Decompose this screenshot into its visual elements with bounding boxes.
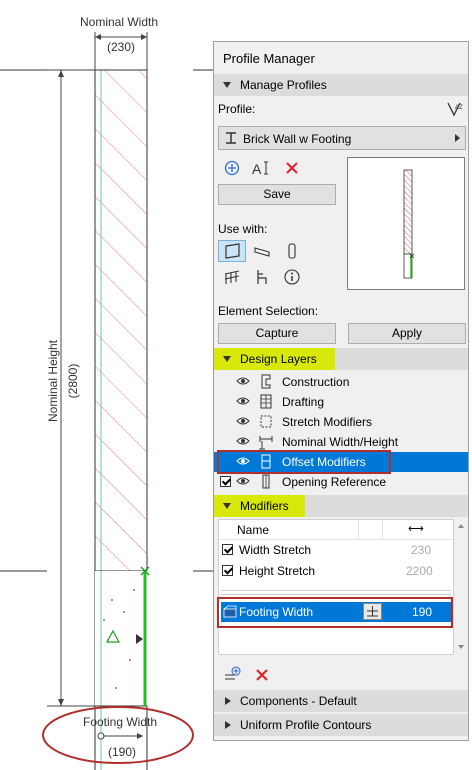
- expand-icon: [225, 721, 231, 729]
- layer-label: Nominal Width/Height: [282, 435, 399, 449]
- layer-row-nominal-width-height[interactable]: Nominal Width/Height: [214, 432, 468, 452]
- profile-preview: [347, 157, 465, 290]
- construction-icon: [261, 374, 271, 389]
- info-icon: [284, 269, 300, 285]
- layer-label: Construction: [282, 375, 350, 389]
- components-label: Components - Default: [240, 694, 357, 708]
- wall-tool-icon: [225, 243, 240, 259]
- manage-profiles-label: Manage Profiles: [240, 78, 327, 92]
- use-with-wall-toggle[interactable]: [218, 240, 246, 262]
- column-divider: [358, 520, 359, 539]
- modifiers-label: Modifiers: [240, 499, 289, 513]
- layer-row-construction[interactable]: Construction: [214, 372, 468, 392]
- column-tool-icon: [288, 243, 296, 259]
- callout-box: [217, 597, 453, 628]
- modifiers-table: Name ⟷ Width Stretch 230 Height Stretch …: [218, 519, 454, 655]
- use-with-beam-toggle[interactable]: [252, 241, 272, 261]
- row-separator: [221, 594, 451, 595]
- use-with-object-toggle[interactable]: [252, 267, 272, 287]
- table-header: Name ⟷: [219, 520, 453, 540]
- stretch-modifiers-icon: [260, 415, 272, 428]
- footing-width-value: (190): [108, 745, 137, 759]
- footing-width-label: Footing Width: [83, 715, 158, 729]
- column-divider: [382, 520, 383, 539]
- width-column-icon: ⟷: [408, 523, 424, 535]
- collapse-icon: [223, 82, 231, 88]
- modifiers-scrollbar[interactable]: [455, 519, 467, 655]
- nominal-width-value: (230): [107, 40, 136, 54]
- row-checkbox[interactable]: [222, 565, 233, 576]
- profile-label: Profile:: [218, 102, 256, 116]
- eye-icon[interactable]: [236, 396, 250, 406]
- use-with-railing-toggle[interactable]: [222, 267, 242, 287]
- row-value: 2200: [406, 564, 433, 578]
- callout-box: [217, 450, 391, 474]
- uniform-contours-label: Uniform Profile Contours: [240, 718, 372, 732]
- use-with-info-toggle[interactable]: [282, 267, 302, 287]
- eye-icon[interactable]: [236, 436, 250, 446]
- opening-reference-icon: [262, 474, 270, 489]
- table-row[interactable]: Height Stretch 2200: [219, 561, 453, 581]
- scroll-up-icon[interactable]: [458, 524, 464, 528]
- profile-selector[interactable]: Brick Wall w Footing: [218, 126, 466, 150]
- nominal-height-label: Nominal Height: [46, 339, 60, 423]
- layer-label: Stretch Modifiers: [282, 415, 373, 429]
- nominal-height-value: (2800): [66, 363, 80, 399]
- add-modifier-icon[interactable]: [222, 665, 242, 685]
- rename-icon[interactable]: A: [251, 158, 271, 178]
- modifiers-header[interactable]: Modifiers: [214, 495, 468, 517]
- sort-icon[interactable]: AZ: [444, 99, 464, 119]
- expand-icon: [225, 697, 231, 705]
- delete-profile-icon[interactable]: [282, 158, 302, 178]
- chevron-right-icon: [455, 134, 460, 142]
- profile-name: Brick Wall w Footing: [243, 132, 352, 146]
- nominal-width-label: Nominal Width: [80, 15, 159, 29]
- layer-checkbox[interactable]: [220, 476, 231, 487]
- row-separator: [221, 590, 451, 591]
- components-header[interactable]: Components - Default: [214, 690, 468, 712]
- collapse-icon: [223, 356, 231, 362]
- eye-icon[interactable]: [236, 376, 250, 386]
- row-name: Height Stretch: [239, 564, 316, 578]
- railing-tool-icon: [224, 270, 240, 284]
- design-layers-label: Design Layers: [240, 352, 317, 366]
- apply-button[interactable]: Apply: [348, 323, 466, 344]
- delete-modifier-icon[interactable]: [252, 665, 272, 685]
- svg-text:A: A: [252, 161, 262, 176]
- profile-drawing-canvas[interactable]: Nominal Width (230) Nominal Height (2800…: [0, 0, 213, 770]
- use-with-label: Use with:: [218, 222, 268, 236]
- new-profile-icon[interactable]: [222, 158, 242, 178]
- capture-button[interactable]: Capture: [218, 323, 336, 344]
- eye-icon[interactable]: [236, 476, 250, 486]
- profile-preview-image: [403, 169, 415, 279]
- layer-label: Drafting: [282, 395, 325, 409]
- layer-row-stretch-modifiers[interactable]: Stretch Modifiers: [214, 412, 468, 432]
- profile-manager-panel: Profile Manager Manage Profiles Profile:…: [213, 41, 469, 741]
- eye-icon[interactable]: [236, 416, 250, 426]
- table-row[interactable]: Width Stretch 230: [219, 540, 453, 560]
- chair-tool-icon: [257, 270, 267, 284]
- element-selection-label: Element Selection:: [218, 304, 319, 318]
- manage-profiles-header[interactable]: Manage Profiles: [214, 74, 468, 96]
- uniform-contours-header[interactable]: Uniform Profile Contours: [214, 714, 468, 736]
- save-button[interactable]: Save: [218, 184, 336, 205]
- layer-row-opening-reference[interactable]: Opening Reference: [214, 472, 468, 492]
- row-name: Width Stretch: [239, 543, 312, 557]
- layer-label: Opening Reference: [282, 475, 387, 489]
- beam-tool-icon: [254, 247, 270, 257]
- design-layers-header[interactable]: Design Layers: [214, 348, 468, 370]
- use-with-column-toggle[interactable]: [282, 241, 302, 261]
- row-checkbox[interactable]: [222, 544, 233, 555]
- column-name: Name: [237, 523, 270, 537]
- nominal-dimension-icon: [259, 436, 273, 450]
- drafting-icon: [260, 394, 272, 409]
- profile-drawing: [0, 32, 213, 770]
- layer-row-drafting[interactable]: Drafting: [214, 392, 468, 412]
- scroll-down-icon[interactable]: [458, 645, 464, 649]
- collapse-icon: [223, 503, 231, 509]
- panel-title: Profile Manager: [223, 51, 315, 66]
- profile-icon: [226, 132, 236, 144]
- svg-text:AZ: AZ: [455, 105, 463, 111]
- row-value: 230: [411, 543, 432, 557]
